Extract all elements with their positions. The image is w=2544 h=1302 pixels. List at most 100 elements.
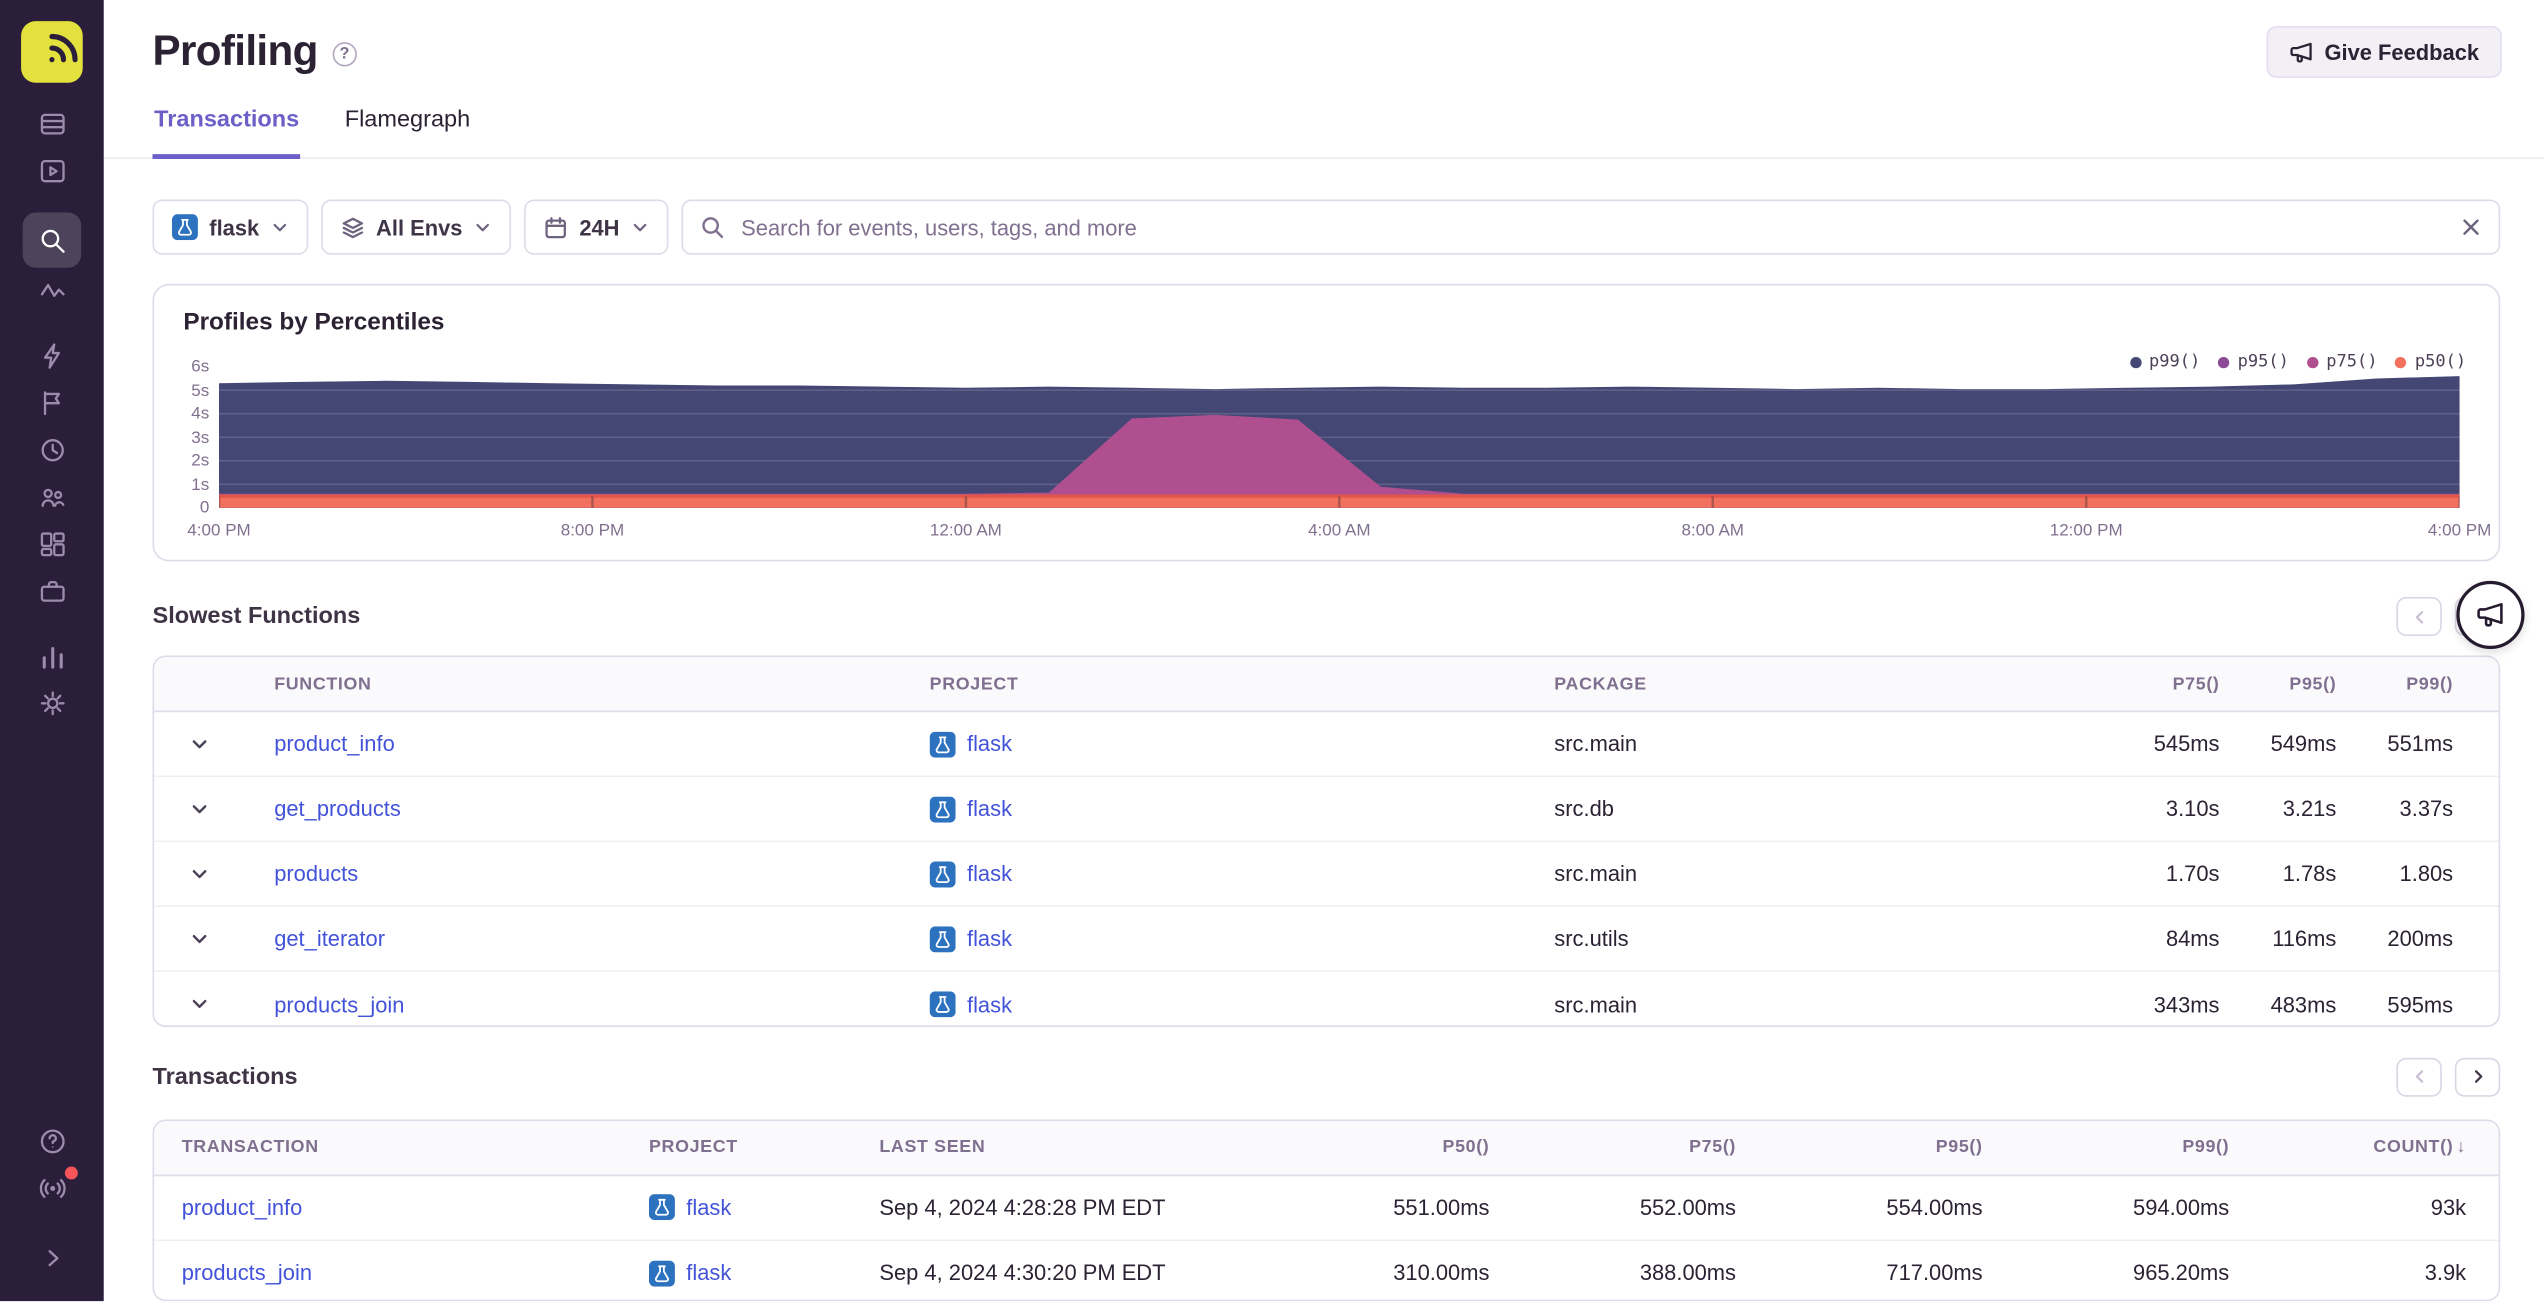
flask-project-icon [171, 214, 198, 241]
sidebar-item-search[interactable] [22, 212, 82, 268]
next-page-button[interactable] [2454, 1057, 2501, 1097]
sidebar-group-search [22, 212, 82, 315]
date-range-filter-button[interactable]: 24H [524, 199, 669, 255]
column-header-p95[interactable]: P95() [2220, 674, 2337, 693]
flag-icon [43, 391, 60, 416]
column-header-p99[interactable]: P99() [1983, 1138, 2230, 1157]
tab-transactions[interactable]: Transactions [152, 92, 301, 160]
function-link[interactable]: products [245, 862, 900, 886]
feedback-widget-button[interactable] [2456, 580, 2525, 649]
column-header-p75[interactable]: P75() [1489, 1138, 1736, 1157]
expand-row-button[interactable] [154, 842, 245, 905]
sidebar-item-issues[interactable] [24, 101, 79, 148]
package-cell: src.utils [1554, 926, 1629, 951]
project-link[interactable]: flask [686, 1195, 731, 1219]
sidebar-item-users[interactable] [24, 474, 79, 521]
function-link[interactable]: products_join [245, 992, 900, 1016]
p99-cell: 551ms [2387, 731, 2454, 757]
traces-icon [39, 283, 64, 298]
column-header-function[interactable]: FUNCTION [245, 674, 900, 693]
p75-cell: 545ms [2153, 731, 2220, 757]
sentry-logo[interactable] [21, 21, 83, 83]
project-link[interactable]: flask [967, 797, 1012, 821]
legend-item[interactable]: p50() [2395, 352, 2466, 372]
sidebar-item-whats-new[interactable] [24, 1165, 79, 1212]
project-filter-value: flask [209, 214, 260, 240]
project-link[interactable]: flask [967, 732, 1012, 756]
expand-row-button[interactable] [154, 907, 245, 970]
count-cell: 3.9k [2424, 1260, 2467, 1286]
project-link[interactable]: flask [686, 1261, 731, 1285]
column-header-count[interactable]: COUNT() ↓ [2229, 1138, 2466, 1157]
profiling-page: Profiling ? Give Feedback Transactions F… [0, 0, 2544, 1302]
column-header-p75[interactable]: P75() [2090, 674, 2220, 693]
chevron-down-icon [633, 223, 647, 231]
transaction-link[interactable]: products_join [154, 1261, 649, 1285]
previous-page-button[interactable] [2396, 597, 2442, 637]
function-link[interactable]: product_info [245, 732, 900, 756]
expand-row-button[interactable] [154, 777, 245, 840]
sidebar-item-settings[interactable] [24, 680, 79, 727]
briefcase-icon [39, 580, 64, 602]
x-axis-label: 12:00 AM [929, 520, 1002, 541]
function-link[interactable]: get_products [245, 797, 900, 821]
tab-flamegraph[interactable]: Flamegraph [343, 92, 472, 159]
sidebar-item-projects[interactable] [24, 568, 79, 615]
clear-search-button[interactable] [2455, 211, 2487, 243]
y-axis: 6s 5s 4s 3s 2s 1s 0 [174, 357, 219, 518]
slowest-functions-header: Slowest Functions [153, 597, 2501, 637]
sidebar-item-replays[interactable] [24, 427, 79, 474]
bar-chart-icon [41, 647, 62, 669]
column-header-p95[interactable]: P95() [1736, 1138, 1983, 1157]
legend-item[interactable]: p99() [2129, 352, 2200, 372]
column-header-last-seen[interactable]: LAST SEEN [879, 1138, 1242, 1157]
column-header-p99[interactable]: P99() [2336, 674, 2453, 693]
sidebar-item-help[interactable] [24, 1118, 79, 1165]
column-header-project[interactable]: PROJECT [900, 674, 1525, 693]
chevron-right-icon [2474, 1070, 2482, 1083]
sidebar-item-explore[interactable] [24, 148, 79, 195]
give-feedback-button[interactable]: Give Feedback [2266, 25, 2502, 78]
project-cell: flask [900, 795, 1525, 822]
transaction-link[interactable]: product_info [154, 1195, 649, 1219]
p75-cell: 84ms [2165, 926, 2220, 951]
chart-title: Profiles by Percentiles [183, 308, 445, 336]
column-header-project[interactable]: PROJECT [649, 1138, 879, 1157]
notification-dot [64, 1166, 78, 1180]
previous-page-button[interactable] [2396, 1057, 2442, 1097]
sidebar-item-feedback[interactable] [24, 380, 79, 427]
expand-row-button[interactable] [154, 972, 245, 1025]
column-header-package[interactable]: PACKAGE [1525, 674, 2090, 693]
title-help-icon[interactable]: ? [332, 42, 357, 67]
environment-filter-button[interactable]: All Envs [320, 199, 512, 255]
p99-cell: 965.20ms [2133, 1260, 2230, 1286]
date-range-filter-value: 24H [579, 214, 620, 240]
last-seen-cell: Sep 4, 2024 4:30:20 PM EDT [879, 1260, 1166, 1286]
project-filter-button[interactable]: flask [152, 199, 308, 255]
sidebar-item-stats[interactable] [24, 633, 79, 680]
sidebar-item-traces[interactable] [24, 268, 79, 315]
p99-cell: 594.00ms [2133, 1195, 2230, 1220]
sidebar-item-dashboards[interactable] [24, 521, 79, 568]
y-axis-label: 5s [191, 380, 210, 400]
collapse-sidebar-button[interactable] [24, 1235, 79, 1282]
environment-icon [342, 216, 363, 238]
search-input[interactable] [681, 199, 2501, 255]
percentiles-plot[interactable] [219, 367, 2460, 508]
expand-row-button[interactable] [154, 712, 245, 775]
project-link[interactable]: flask [967, 926, 1012, 950]
megaphone-icon [2477, 603, 2503, 627]
p99-cell: 1.80s [2399, 861, 2454, 886]
project-cell: flask [900, 730, 1525, 757]
function-link[interactable]: get_iterator [245, 926, 900, 950]
legend-item[interactable]: p95() [2218, 352, 2289, 372]
sidebar-item-insights[interactable] [24, 333, 79, 380]
project-link[interactable]: flask [967, 992, 1012, 1016]
column-header-p50[interactable]: P50() [1243, 1138, 1490, 1157]
legend-item[interactable]: p75() [2306, 352, 2378, 372]
column-header-transaction[interactable]: TRANSACTION [154, 1138, 649, 1157]
project-link[interactable]: flask [967, 862, 1012, 886]
help-circle-icon [39, 1129, 64, 1154]
lightning-icon [43, 343, 60, 369]
slowest-function-row: get_products flask src.db 3.10s 3.21s 3.… [154, 777, 2499, 843]
